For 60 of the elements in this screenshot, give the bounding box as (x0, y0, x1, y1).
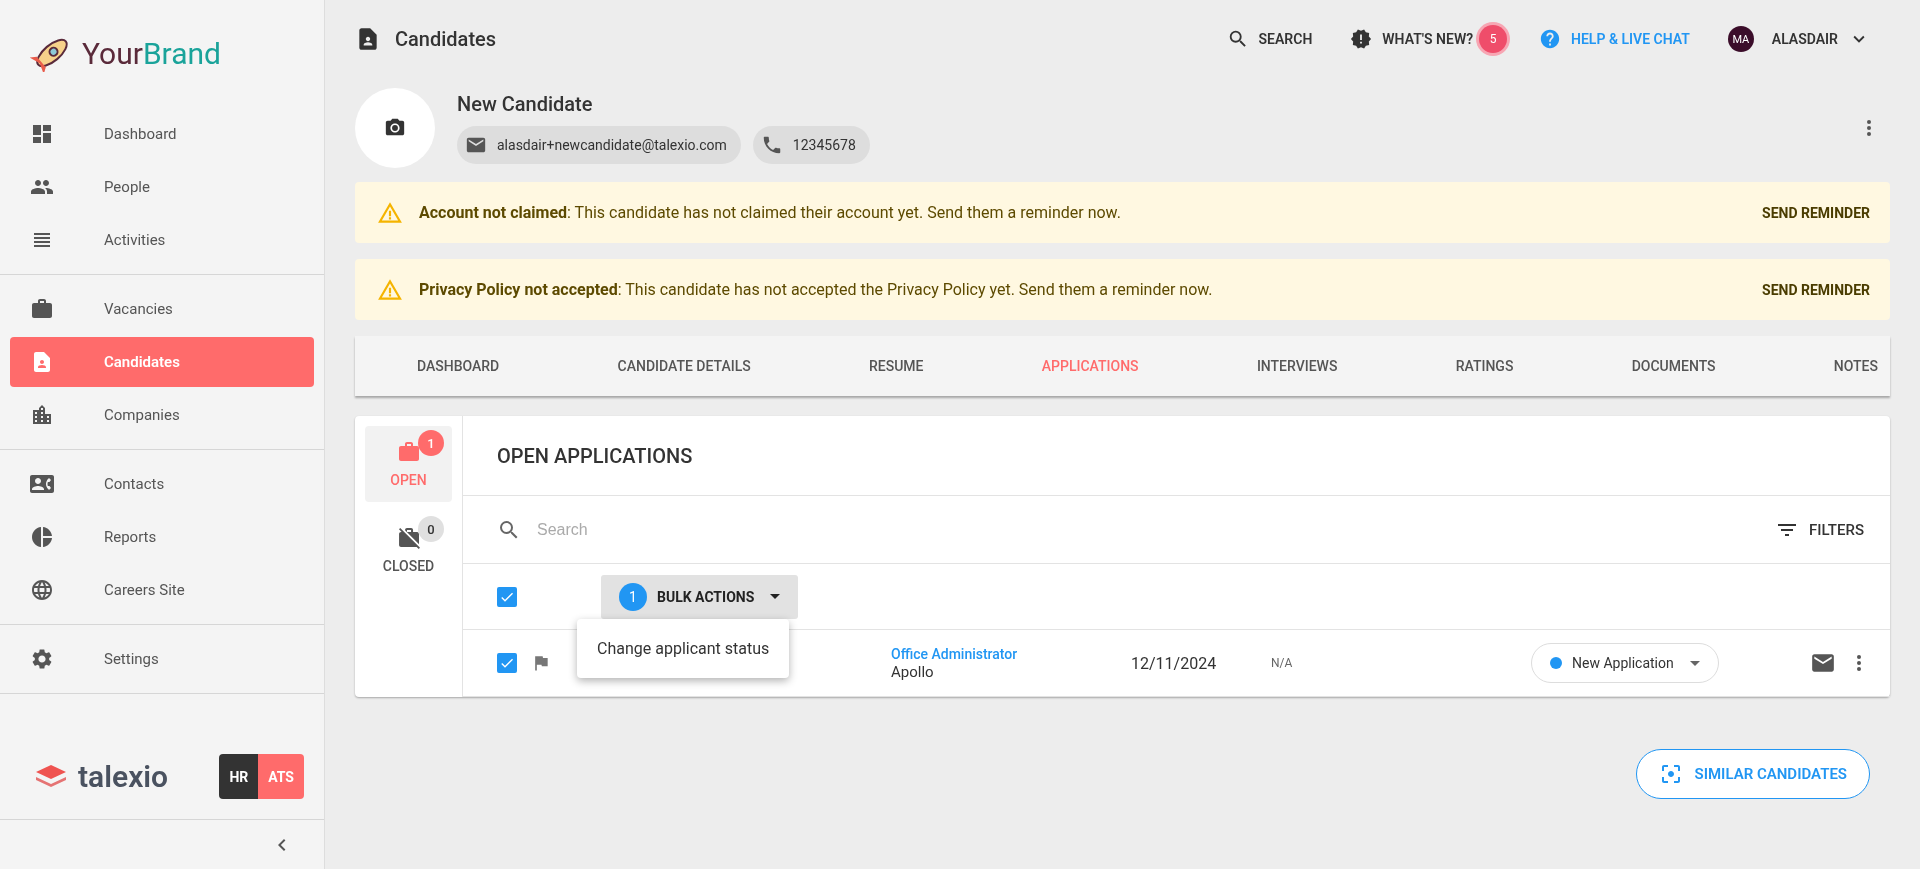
nav-item[interactable]: Companies (10, 390, 314, 440)
whats-new-button[interactable]: WHAT'S NEW? (1344, 27, 1480, 51)
settings-icon (30, 647, 54, 671)
user-menu-button[interactable]: ALASDAIR (1765, 27, 1876, 51)
application-date: 12/11/2024 (1131, 653, 1218, 673)
tab[interactable]: DASHBOARD (409, 350, 508, 382)
nav-item[interactable]: Vacancies (10, 284, 314, 334)
building-icon (30, 403, 54, 427)
nav-item[interactable]: People (10, 162, 314, 212)
nav-item[interactable]: Settings (10, 634, 314, 684)
menu-item[interactable]: Change applicant status (577, 627, 790, 670)
tab[interactable]: INTERVIEWS (1248, 350, 1346, 382)
nav-item[interactable]: Activities (10, 215, 314, 265)
alert-message: Privacy Policy not accepted: This candidate has not accepted the Privacy Policy yet. Send them a reminder now. (419, 280, 1214, 299)
nav-item[interactable]: Dashboard (10, 109, 314, 159)
tab[interactable]: CANDIDATE DETAILS (609, 350, 759, 382)
brand-name: YourBrand (82, 35, 221, 71)
globe-icon (30, 578, 54, 602)
nav-item[interactable]: Reports (10, 512, 314, 562)
help-icon (1539, 28, 1562, 50)
send-reminder-button[interactable]: SEND REMINDER (1756, 203, 1876, 222)
bulk-actions-button[interactable]: 1 BULK ACTIONS (601, 574, 799, 619)
row-checkbox[interactable] (497, 653, 517, 673)
count-badge: 0 (418, 516, 444, 542)
candidate-name: New Candidate (457, 92, 594, 116)
tab[interactable]: DOCUMENTS (1623, 350, 1724, 382)
pie-chart-icon (30, 525, 54, 549)
alert-message: Account not claimed: This candidate has not claimed their account yet. Send them a reminder now. (419, 203, 1122, 222)
mode-toggle[interactable]: HR (219, 754, 259, 799)
dashboard-icon (30, 122, 54, 146)
table-cell-text: N/A (1271, 656, 1294, 670)
search-button[interactable]: SEARCH (1220, 27, 1319, 51)
nav-item[interactable]: Careers Site (10, 565, 314, 615)
select-all-checkbox[interactable] (497, 586, 517, 607)
phone-chip: 12345678 (752, 126, 870, 164)
company-name: Apollo (891, 662, 934, 681)
page-title: Candidates (395, 27, 497, 51)
section-title: OPEN APPLICATIONS (497, 443, 693, 468)
talexio-logo: talexio (78, 759, 169, 794)
tab[interactable]: NOTES (1825, 350, 1886, 382)
tab[interactable]: RATINGS (1447, 350, 1522, 382)
status-dropdown[interactable]: New Application (1531, 643, 1719, 683)
more-vertical-icon (1867, 120, 1871, 136)
email-chip: alasdair+newcandidate@talexio.com (457, 126, 741, 164)
send-reminder-button[interactable]: SEND REMINDER (1756, 280, 1876, 299)
more-vertical-icon (1857, 655, 1861, 671)
tab[interactable]: RESUME (861, 350, 932, 382)
nav-item[interactable]: Contacts (10, 459, 314, 509)
briefcase-icon (30, 297, 54, 321)
filters-button[interactable]: FILTERS (1769, 516, 1870, 543)
alert-badge-icon (1350, 28, 1373, 50)
briefcase-icon (396, 440, 421, 464)
caret-icon (770, 594, 781, 599)
notification-badge: 5 (1479, 25, 1508, 53)
briefcase-off-icon (396, 526, 421, 550)
count-badge: 1 (418, 430, 444, 456)
contact-phone-icon (30, 472, 54, 496)
filter-tab[interactable]: CLOSED 0 (365, 512, 452, 588)
caret-icon (1689, 660, 1700, 666)
user-avatar: MA (1727, 26, 1754, 52)
